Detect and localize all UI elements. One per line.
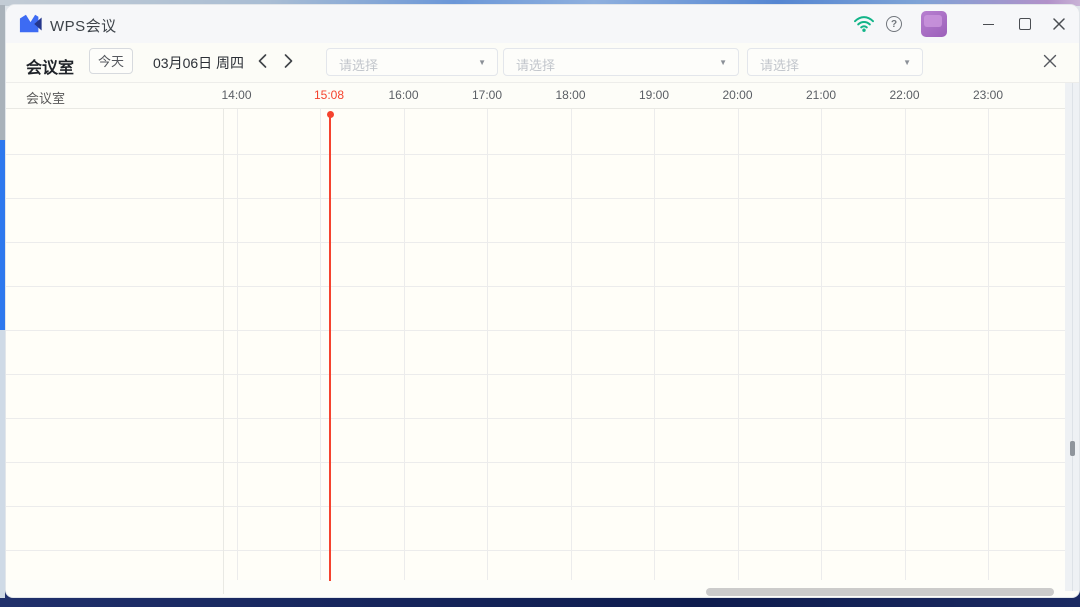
hour-gridline [404, 109, 405, 581]
hour-gridline [654, 109, 655, 581]
caret-down-icon: ▼ [478, 58, 486, 67]
title-bar: WPS会议 ? [6, 5, 1079, 43]
caret-down-icon: ▼ [719, 58, 727, 67]
app-window: WPS会议 ? 会议室 今天 03月06日 周四 请选择 [5, 4, 1080, 598]
time-label: 19:00 [639, 88, 669, 102]
wifi-icon[interactable] [853, 15, 875, 33]
hour-gridline [487, 109, 488, 581]
close-button[interactable] [1047, 12, 1071, 36]
user-avatar[interactable] [921, 11, 947, 37]
row-gridline [6, 506, 1065, 507]
filter-toolbar: 会议室 今天 03月06日 周四 请选择 ▼ 请选择 ▼ 请选择 ▼ [6, 43, 1079, 83]
minimize-icon [983, 24, 994, 25]
maximize-icon [1019, 18, 1031, 30]
row-gridline [6, 374, 1065, 375]
time-label: 21:00 [806, 88, 836, 102]
current-time-dot [327, 111, 334, 118]
prev-day-button[interactable] [251, 49, 273, 73]
filter-select-1-placeholder: 请选择 [339, 55, 378, 74]
room-column-label: 会议室 [26, 88, 65, 107]
filter-select-3-placeholder: 请选择 [760, 55, 799, 74]
today-button[interactable]: 今天 [89, 48, 133, 74]
date-label: 03月06日 周四 [153, 53, 244, 73]
minimize-button[interactable] [976, 12, 1000, 36]
room-column-divider [223, 108, 224, 594]
schedule-grid[interactable] [6, 108, 1080, 582]
chevron-right-icon [284, 54, 293, 68]
row-gridline [6, 154, 1065, 155]
time-label: 17:00 [472, 88, 502, 102]
time-label: 16:00 [388, 88, 418, 102]
app-logo-icon [19, 12, 43, 36]
filter-select-2-placeholder: 请选择 [516, 55, 555, 74]
current-time-label: 15:08 [314, 88, 344, 102]
vertical-scrollbar-thumb[interactable] [1070, 441, 1075, 456]
avatar-image [924, 15, 942, 27]
hour-gridline [821, 109, 822, 581]
row-gridline [6, 286, 1065, 287]
chevron-left-icon [258, 54, 267, 68]
time-label: 22:00 [889, 88, 919, 102]
time-label: 23:00 [973, 88, 1003, 102]
caret-down-icon: ▼ [903, 58, 911, 67]
hour-gridline [905, 109, 906, 581]
row-gridline [6, 418, 1065, 419]
hour-gridline [738, 109, 739, 581]
close-panel-button[interactable] [1038, 49, 1062, 73]
right-scroll-gutter [1065, 83, 1080, 591]
hour-gridline [237, 109, 238, 581]
time-label: 14:00 [221, 88, 251, 102]
close-icon [1053, 18, 1065, 30]
gutter-line [1072, 83, 1073, 591]
timeline-header: 会议室 14:00 16:00 17:00 18:00 19:00 20:00 21:00 2… [6, 83, 1079, 108]
next-day-button[interactable] [277, 49, 299, 73]
page-title: 会议室 [26, 54, 74, 78]
current-time-line [329, 114, 331, 581]
horizontal-scrollbar-thumb[interactable] [706, 588, 1054, 596]
app-title: WPS会议 [50, 15, 117, 36]
time-label: 20:00 [722, 88, 752, 102]
close-icon [1043, 54, 1057, 68]
filter-select-2[interactable]: 请选择 ▼ [503, 48, 739, 76]
filter-select-1[interactable]: 请选择 ▼ [326, 48, 498, 76]
horizontal-scrollbar[interactable] [6, 580, 1065, 598]
hour-gridline [988, 109, 989, 581]
help-icon[interactable]: ? [886, 16, 902, 32]
time-label: 18:00 [555, 88, 585, 102]
filter-select-3[interactable]: 请选择 ▼ [747, 48, 923, 76]
row-gridline [6, 198, 1065, 199]
row-gridline [6, 330, 1065, 331]
row-gridline [6, 462, 1065, 463]
maximize-button[interactable] [1013, 12, 1037, 36]
hour-gridline [320, 109, 321, 581]
hour-gridline [571, 109, 572, 581]
row-gridline [6, 242, 1065, 243]
row-gridline [6, 550, 1065, 551]
